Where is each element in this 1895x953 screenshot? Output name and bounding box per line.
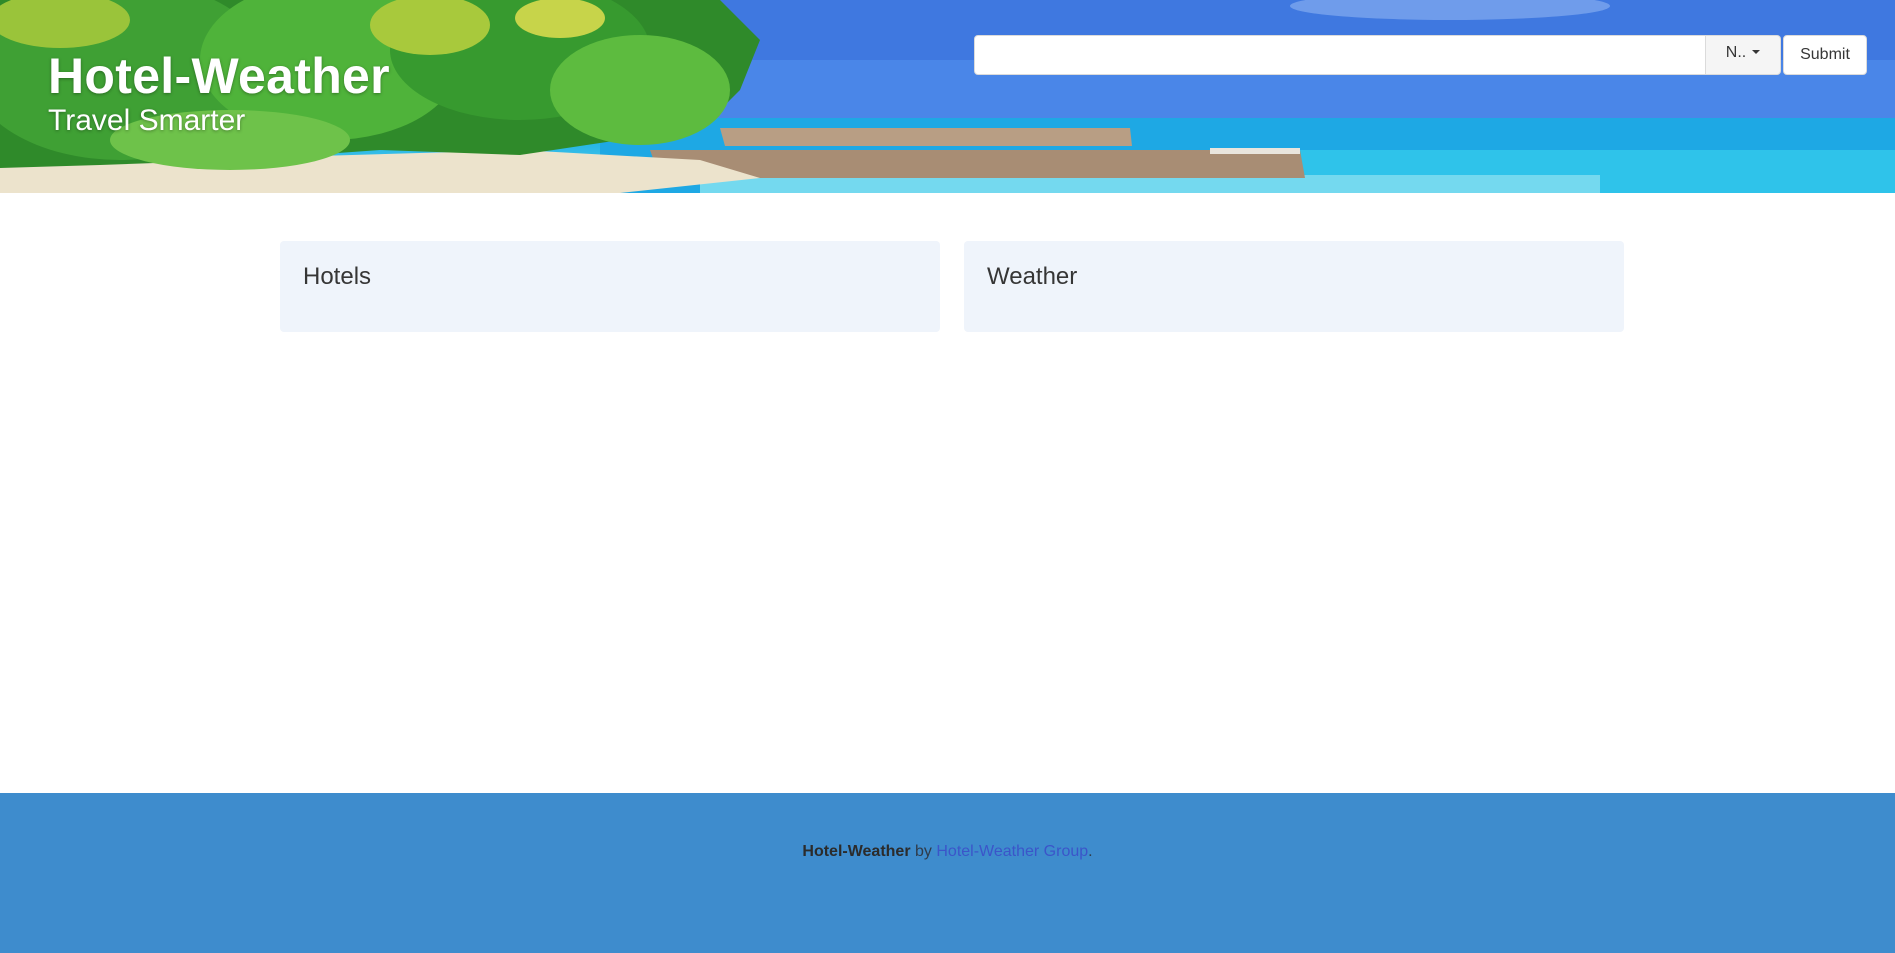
footer: Hotel-Weather by Hotel-Weather Group. [0, 793, 1895, 953]
footer-text: Hotel-Weather by Hotel-Weather Group. [802, 843, 1092, 953]
weather-panel: Weather [964, 241, 1624, 332]
chevron-down-icon [1752, 49, 1761, 54]
footer-trailing: . [1088, 843, 1093, 860]
hotels-panel: Hotels [280, 241, 940, 332]
site-title: Hotel-Weather [48, 48, 390, 104]
footer-brand: Hotel-Weather [802, 843, 911, 860]
weather-panel-title: Weather [987, 263, 1078, 290]
site-subtitle: Travel Smarter [48, 104, 246, 137]
dropdown-label: N.. [1725, 43, 1747, 61]
footer-by-text: by [915, 843, 932, 860]
search-input[interactable] [974, 35, 1706, 75]
brand: Hotel-Weather Travel Smarter [48, 46, 390, 138]
search-type-dropdown[interactable]: N.. [1706, 35, 1781, 75]
main-content: Hotels Weather [280, 241, 1624, 332]
hero-banner: Hotel-Weather Travel Smarter N.. Submit [0, 0, 1895, 193]
search-form: N.. Submit [974, 35, 1867, 75]
footer-group-link[interactable]: Hotel-Weather Group [936, 843, 1088, 860]
submit-button[interactable]: Submit [1783, 35, 1867, 75]
hotels-panel-title: Hotels [303, 263, 372, 290]
